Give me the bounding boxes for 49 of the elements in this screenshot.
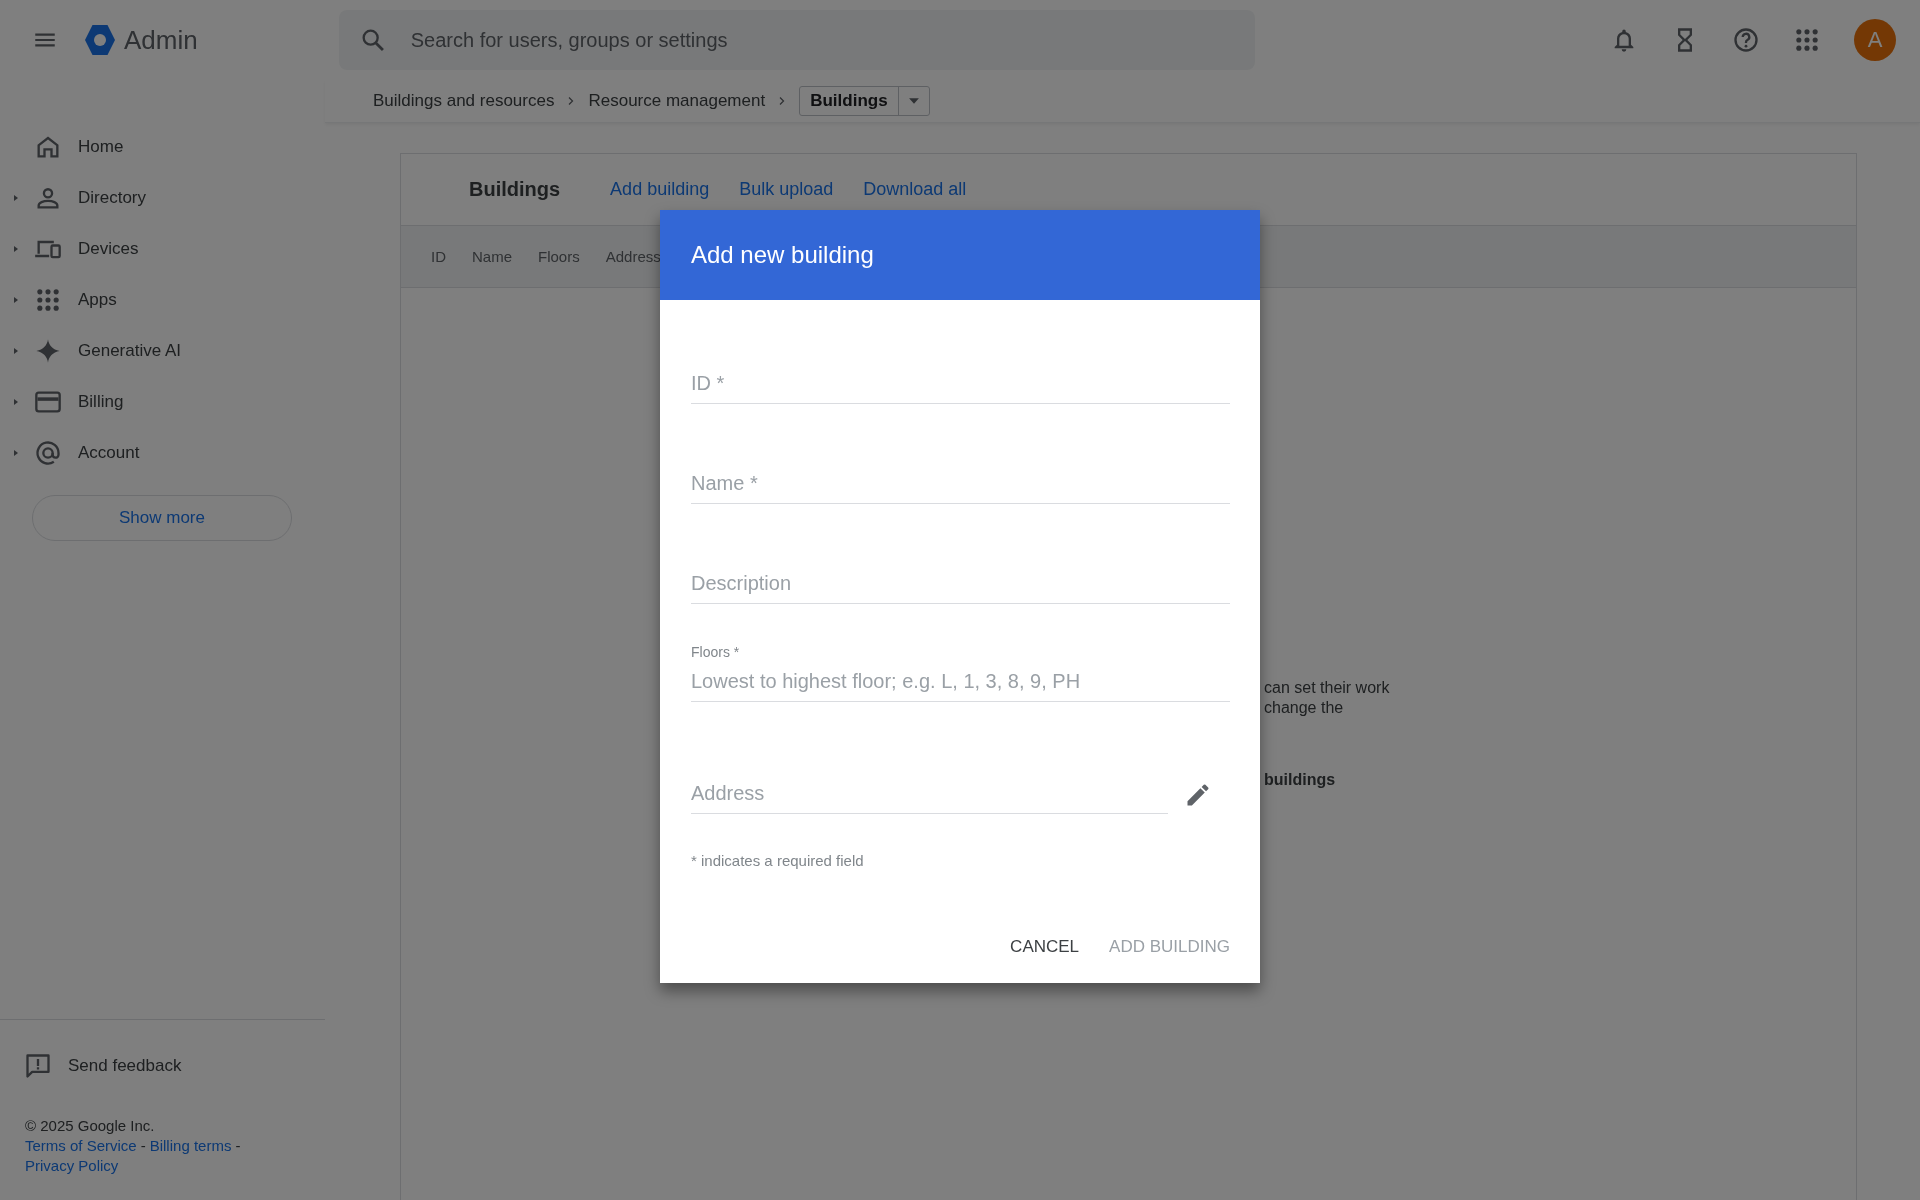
- apps-grid-icon[interactable]: [1793, 26, 1821, 54]
- column-header: ID: [431, 248, 446, 265]
- dialog-title: Add new building: [660, 210, 1260, 300]
- dialog-button[interactable]: CANCEL: [1010, 933, 1080, 961]
- sidebar-item[interactable]: Billing: [0, 376, 325, 427]
- nav-label: Account: [78, 442, 140, 463]
- copyright-text: © 2025 Google Inc.: [25, 1116, 156, 1136]
- link-separator: -: [140, 1137, 146, 1154]
- action-link[interactable]: Bulk upload: [739, 179, 834, 200]
- nav-label: Devices: [78, 238, 139, 259]
- body-text: change the: [1264, 698, 1345, 718]
- breadcrumb-link[interactable]: Buildings and resources: [373, 91, 555, 111]
- nav-label: Generative AI: [78, 340, 181, 361]
- search-field[interactable]: Search for users, groups or settings: [338, 10, 1255, 70]
- required-note: * indicates a required field: [691, 852, 865, 869]
- help-icon[interactable]: [1732, 26, 1760, 54]
- product-name: Admin: [124, 24, 198, 56]
- column-header: Floors: [538, 248, 580, 265]
- at-sign-icon: [34, 438, 62, 467]
- nav-label: Billing: [78, 391, 124, 412]
- link-separator: -: [235, 1137, 241, 1154]
- hexagon-logo-icon: [82, 22, 118, 58]
- nav-label: Apps: [78, 289, 117, 310]
- body-text: can set their work: [1264, 678, 1391, 698]
- footer-link[interactable]: Terms of Service: [25, 1137, 137, 1154]
- sidebar-item[interactable]: Directory: [0, 172, 325, 223]
- nav-label: Directory: [78, 187, 146, 208]
- sidebar-item[interactable]: Account: [0, 427, 325, 478]
- account-avatar[interactable]: A: [1854, 19, 1896, 61]
- action-link[interactable]: Add building: [610, 179, 710, 200]
- breadcrumb-link[interactable]: Resource management: [588, 91, 766, 111]
- breadcrumb-dropdown[interactable]: Buildings: [799, 86, 930, 116]
- sidebar-item[interactable]: Home: [0, 121, 325, 172]
- column-header: Address: [605, 248, 661, 265]
- breadcrumb-current: Buildings: [800, 87, 899, 115]
- sidebar-item[interactable]: Apps: [0, 274, 325, 325]
- nav-label: Home: [78, 136, 124, 157]
- footer-link[interactable]: Billing terms: [149, 1137, 232, 1154]
- sidebar-item[interactable]: Generative AI: [0, 325, 325, 376]
- section-heading: buildings: [1264, 770, 1337, 790]
- show-more-button[interactable]: Show more: [32, 495, 292, 541]
- action-link[interactable]: Download all: [863, 179, 967, 200]
- feedback-icon: [24, 1052, 52, 1080]
- footer-link[interactable]: Privacy Policy: [25, 1157, 119, 1174]
- send-feedback-link[interactable]: Send feedback: [0, 1044, 325, 1088]
- card-title: Buildings: [469, 178, 561, 201]
- column-header: Name: [472, 248, 512, 265]
- sidebar-item[interactable]: Devices: [0, 223, 325, 274]
- field-label: Floors *: [691, 644, 741, 660]
